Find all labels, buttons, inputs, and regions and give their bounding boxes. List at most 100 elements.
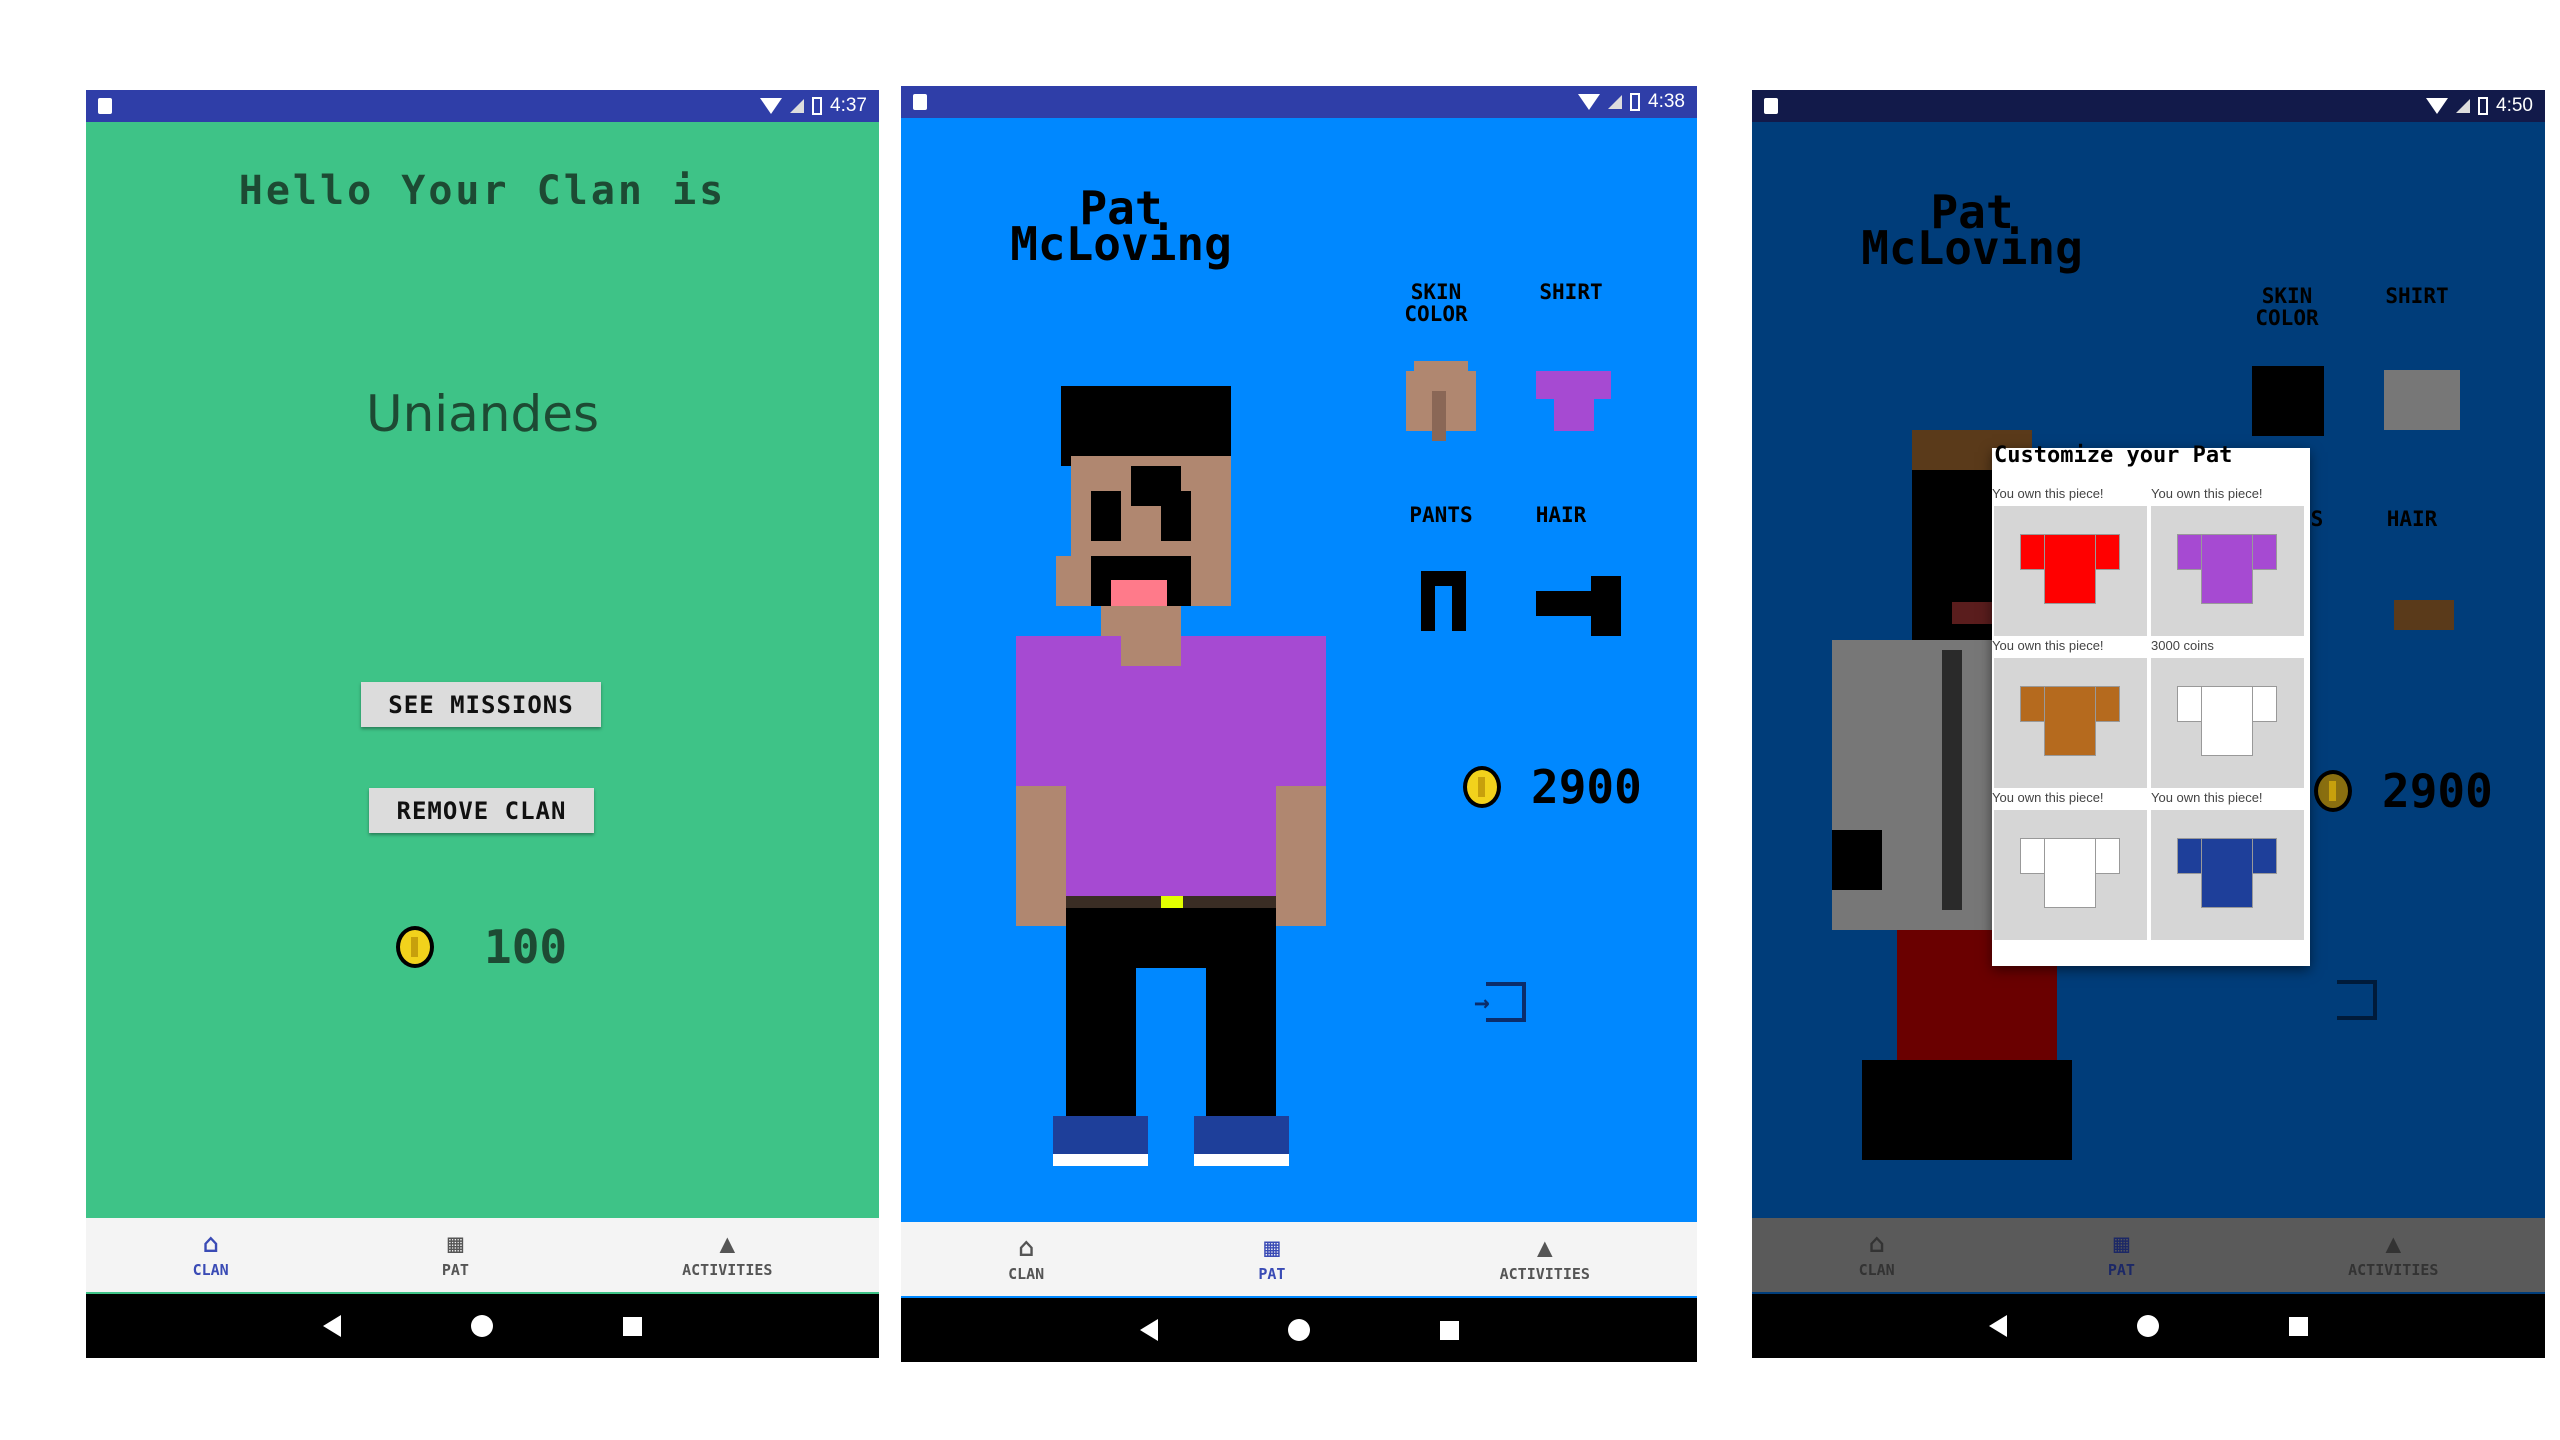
see-missions-button[interactable]: SEE MISSIONS bbox=[361, 682, 601, 727]
clan-coins: 100 bbox=[484, 920, 568, 974]
nav-tab-clan[interactable]: ⌂ CLAN bbox=[1859, 1231, 1895, 1279]
dialog-item-grid: You own this piece! You own this piece! Yo… bbox=[1992, 486, 2310, 942]
boots bbox=[1862, 1060, 2072, 1160]
back-icon[interactable] bbox=[1139, 1319, 1158, 1341]
nav-label: PAT bbox=[441, 1261, 469, 1279]
bottom-nav: ⌂ CLAN ▦ PAT ▲ ACTIVITIES bbox=[86, 1218, 879, 1292]
skin-color-label: SKIN COLOR bbox=[1404, 280, 1468, 326]
coin-icon bbox=[1463, 766, 1501, 808]
shirt-option[interactable] bbox=[1536, 371, 1611, 431]
shirt-item-icon bbox=[2177, 838, 2277, 908]
nav-tab-clan[interactable]: ⌂ CLAN bbox=[193, 1231, 229, 1279]
signal-icon bbox=[2456, 99, 2471, 113]
shirt-item-icon bbox=[2020, 838, 2120, 908]
pat-coin-row: 2900 bbox=[2314, 764, 2493, 818]
shirt-item-tile[interactable] bbox=[1994, 810, 2147, 940]
nav-tab-pat[interactable]: ▦ PAT bbox=[1258, 1235, 1285, 1283]
battery-icon bbox=[812, 97, 823, 115]
pat-coin-row: 2900 bbox=[1463, 760, 1642, 814]
item-status-label: You own this piece! bbox=[1992, 486, 2104, 501]
shirt-label: SHIRT bbox=[1539, 280, 1603, 304]
shirt-item-tile[interactable] bbox=[2151, 810, 2304, 940]
back-icon[interactable] bbox=[1989, 1315, 2007, 1337]
sd-card-icon bbox=[98, 98, 112, 114]
shirt-item-tile[interactable] bbox=[1994, 658, 2147, 788]
status-time: 4:50 bbox=[2496, 95, 2533, 116]
nav-tab-clan[interactable]: ⌂ CLAN bbox=[1008, 1235, 1044, 1283]
nav-tab-activities[interactable]: ▲ ACTIVITIES bbox=[1500, 1235, 1590, 1283]
status-time: 4:37 bbox=[830, 95, 867, 116]
pants-option[interactable] bbox=[1421, 571, 1466, 631]
home-circle-icon[interactable] bbox=[1287, 1319, 1310, 1341]
battery-icon bbox=[1630, 93, 1641, 111]
pet-name: Pat McLoving bbox=[1010, 181, 1232, 271]
hair-label: HAIR bbox=[1535, 503, 1587, 527]
bottom-nav: ⌂ CLAN ▦ PAT ▲ ACTIVITIES bbox=[1752, 1218, 2545, 1292]
remove-clan-button[interactable]: REMOVE CLAN bbox=[369, 788, 594, 833]
dashboard-icon: ▦ bbox=[447, 1229, 464, 1259]
dialog-title: Customize your Pat bbox=[1994, 443, 2233, 468]
nav-label: CLAN bbox=[1008, 1265, 1045, 1283]
pants-label: PANTS bbox=[1409, 503, 1473, 527]
shirt-item-icon bbox=[2177, 686, 2277, 756]
nav-label: PAT bbox=[1258, 1265, 1286, 1283]
recents-icon[interactable] bbox=[1439, 1320, 1459, 1340]
shirt-option[interactable] bbox=[2384, 370, 2460, 430]
hair-option[interactable] bbox=[1536, 576, 1621, 636]
mouth bbox=[1111, 580, 1167, 606]
eye-right bbox=[1161, 491, 1191, 541]
status-bar: 4:50 bbox=[1752, 90, 2545, 122]
pat-customize-screen: 4:50 Pat McLoving SKIN COLOR SHIRT S HAI… bbox=[1752, 90, 2545, 1358]
shirt-item-icon bbox=[2020, 686, 2120, 756]
coin-icon bbox=[396, 926, 434, 968]
status-time: 4:38 bbox=[1648, 91, 1685, 112]
nav-tab-activities[interactable]: ▲ ACTIVITIES bbox=[2348, 1231, 2438, 1279]
leg-right bbox=[1206, 966, 1276, 1116]
item-status-label: You own this piece! bbox=[2151, 790, 2263, 805]
nav-tab-pat[interactable]: ▦ PAT bbox=[2108, 1231, 2135, 1279]
back-icon[interactable] bbox=[323, 1315, 341, 1337]
recents-icon[interactable] bbox=[2289, 1316, 2308, 1336]
leg-left bbox=[1066, 966, 1136, 1116]
shirt-item-tile[interactable] bbox=[2151, 658, 2304, 788]
shirt-label: SHIRT bbox=[2385, 284, 2449, 308]
exit-icon[interactable]: → bbox=[1474, 982, 1526, 1022]
battery-icon bbox=[2478, 97, 2489, 115]
home-icon: ⌂ bbox=[202, 1229, 219, 1259]
clan-screen: 4:37 Hello Your Clan is Uniandes SEE MIS… bbox=[86, 90, 879, 1358]
skin-color-label: SKIN COLOR bbox=[2255, 284, 2319, 330]
eye-left bbox=[1091, 491, 1121, 541]
nav-label: CLAN bbox=[192, 1261, 229, 1279]
pants bbox=[1066, 908, 1276, 968]
home-circle-icon[interactable] bbox=[2137, 1315, 2159, 1337]
nav-label: PAT bbox=[2107, 1261, 2135, 1279]
skin-color-option[interactable] bbox=[1406, 361, 1476, 441]
shirt-item-tile[interactable] bbox=[1994, 506, 2147, 636]
pat-coins: 2900 bbox=[1531, 760, 1642, 814]
wifi-icon bbox=[1578, 94, 1601, 110]
hair-option[interactable] bbox=[2394, 600, 2454, 630]
item-status-label: You own this piece! bbox=[1992, 638, 2104, 653]
dialog-row: You own this piece! 3000 coins bbox=[1992, 638, 2310, 788]
sd-card-icon bbox=[913, 94, 927, 110]
status-bar: 4:38 bbox=[901, 86, 1697, 118]
pet-avatar bbox=[981, 386, 1326, 1216]
pet-name: Pat McLoving bbox=[1861, 185, 2083, 275]
home-icon: ⌂ bbox=[1018, 1233, 1034, 1263]
bell-icon: ▲ bbox=[719, 1229, 736, 1259]
item-status-label: You own this piece! bbox=[1992, 790, 2104, 805]
shirt-item-tile[interactable] bbox=[2151, 506, 2304, 636]
nav-label: ACTIVITIES bbox=[1499, 1265, 1590, 1283]
nav-tab-pat[interactable]: ▦ PAT bbox=[442, 1231, 469, 1279]
system-nav-bar bbox=[1752, 1294, 2545, 1358]
wifi-icon bbox=[2426, 98, 2449, 114]
skin-color-option[interactable] bbox=[2252, 366, 2324, 436]
home-circle-icon[interactable] bbox=[471, 1315, 493, 1337]
system-nav-bar bbox=[86, 1294, 879, 1358]
bottom-nav: ⌂ CLAN ▦ PAT ▲ ACTIVITIES bbox=[901, 1222, 1697, 1296]
exit-icon[interactable] bbox=[2337, 980, 2377, 1020]
nav-tab-activities[interactable]: ▲ ACTIVITIES bbox=[682, 1231, 772, 1279]
recents-icon[interactable] bbox=[623, 1316, 642, 1336]
item-status-label: You own this piece! bbox=[2151, 486, 2263, 501]
clan-coin-row: 100 bbox=[396, 920, 567, 974]
